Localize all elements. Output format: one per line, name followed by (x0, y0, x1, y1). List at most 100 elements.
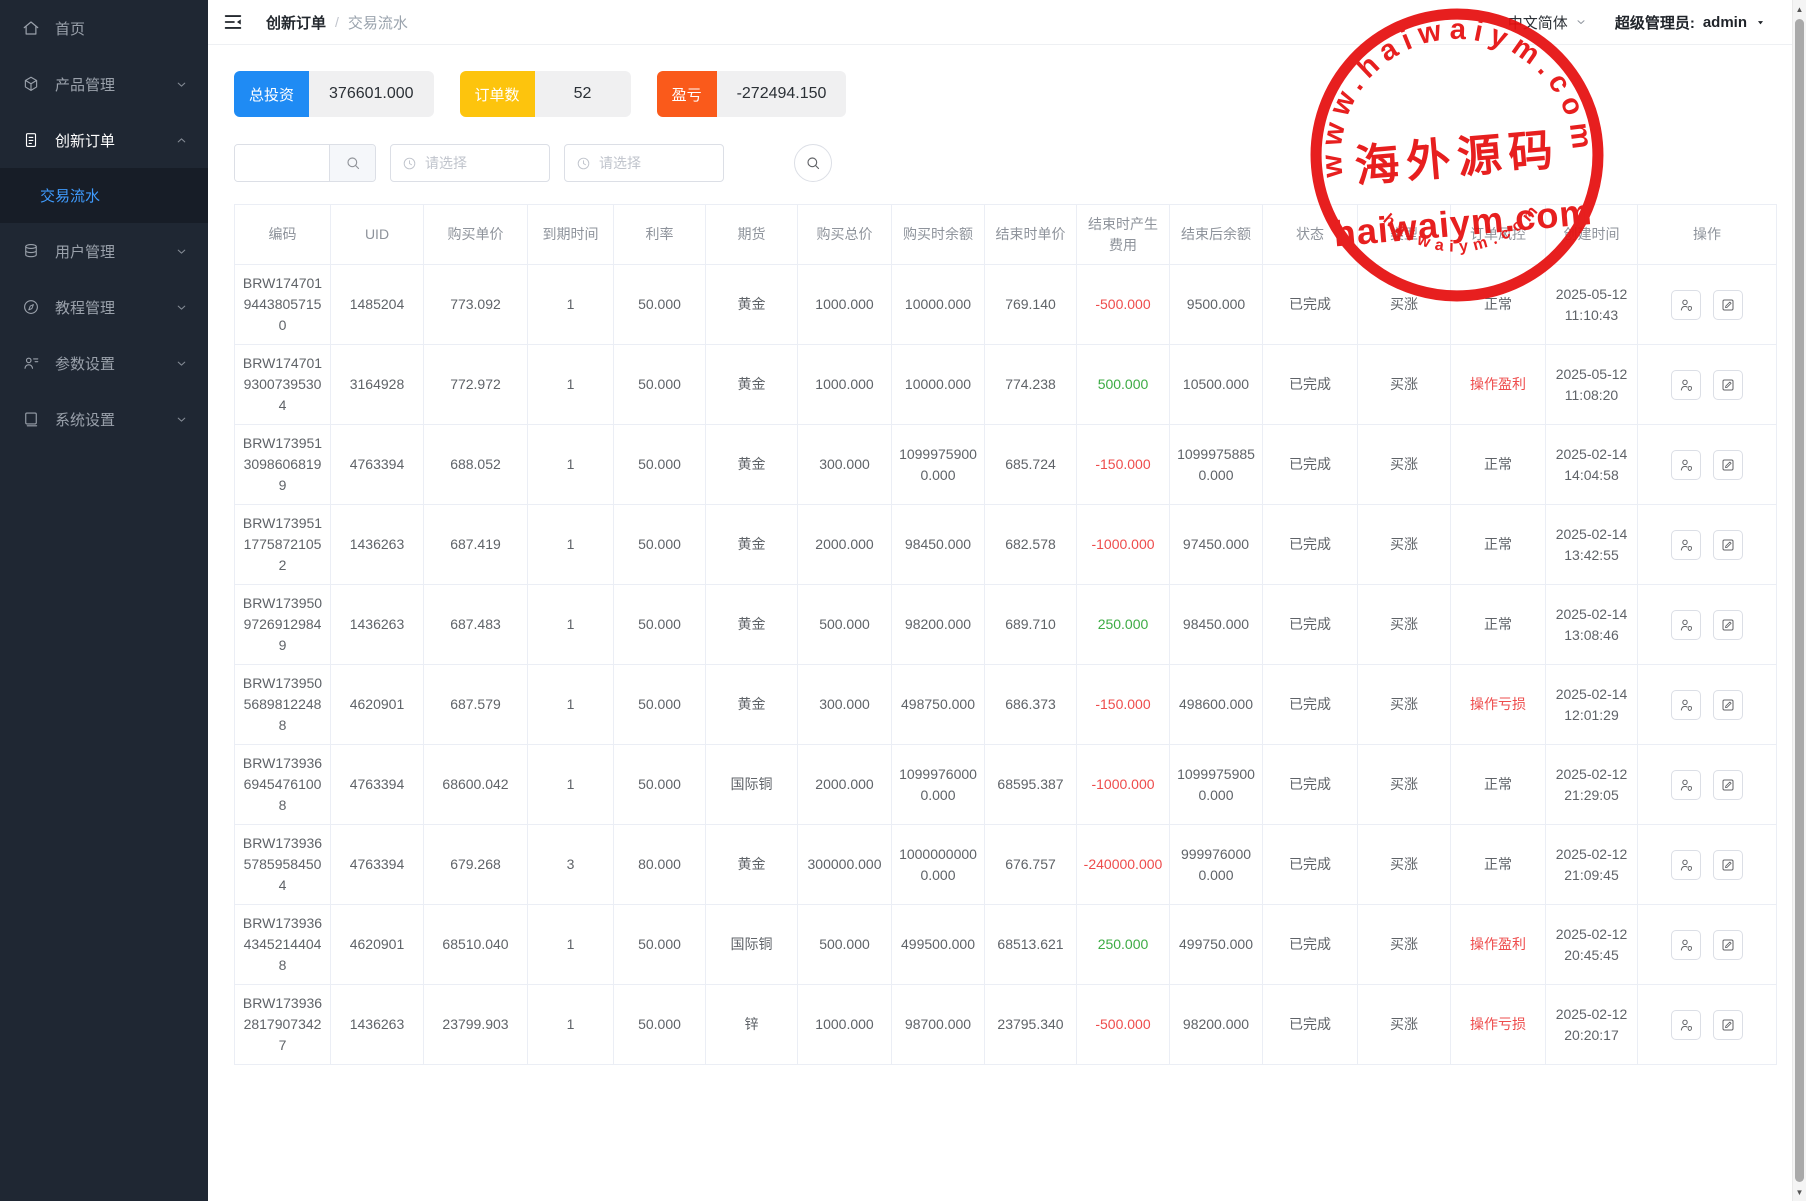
cell-total-price: 2000.000 (798, 505, 892, 585)
cell-type: 买涨 (1358, 265, 1451, 345)
main-area: 创新订单 / 交易流水 中文简体 超级管理员: admin 总投资 376601… (208, 0, 1792, 1201)
cell-end-price: 68513.621 (985, 905, 1077, 985)
sidebar-item-system[interactable]: 系统设置 (0, 391, 208, 447)
cell-actions (1638, 745, 1777, 825)
cell-fee: 500.000 (1077, 345, 1170, 425)
sidebar-item-orders[interactable]: 创新订单 (0, 112, 208, 168)
cell-status: 已完成 (1263, 825, 1358, 905)
person-shield-icon (1678, 377, 1694, 393)
cell-type: 买涨 (1358, 665, 1451, 745)
search-icon (345, 155, 361, 171)
edit-icon (1720, 857, 1736, 873)
cell-code: BRW17393643452144048 (235, 905, 331, 985)
user-audit-button[interactable] (1671, 450, 1701, 480)
sidebar-item-params[interactable]: 参数设置 (0, 335, 208, 391)
edit-button[interactable] (1713, 290, 1743, 320)
cell-futures: 黄金 (706, 825, 798, 905)
edit-button[interactable] (1713, 610, 1743, 640)
search-submit-button[interactable] (794, 144, 832, 182)
date-picker-end[interactable]: 请选择 (564, 144, 724, 182)
cell-code: BRW17393628179073427 (235, 985, 331, 1065)
edit-button[interactable] (1713, 770, 1743, 800)
cell-type: 买涨 (1358, 905, 1451, 985)
cell-status: 已完成 (1263, 425, 1358, 505)
edit-button[interactable] (1713, 1010, 1743, 1040)
cell-buy-price: 688.052 (424, 425, 528, 505)
user-audit-button[interactable] (1671, 610, 1701, 640)
admin-username: admin (1703, 14, 1747, 31)
cell-type: 买涨 (1358, 985, 1451, 1065)
orders-table: 编码UID购买单价到期时间利率期货购买总价购买时余额结束时单价结束时产生费用结束… (234, 204, 1777, 1065)
sidebar-item-tutorial[interactable]: 教程管理 (0, 279, 208, 335)
column-header: 购买单价 (424, 205, 528, 265)
cell-created: 2025-02-12 20:45:45 (1546, 905, 1638, 985)
cell-balance-after: 10500.000 (1170, 345, 1263, 425)
cell-balance-after: 10999759000.000 (1170, 745, 1263, 825)
edit-icon (1720, 777, 1736, 793)
cell-expire-time: 1 (528, 505, 614, 585)
cell-futures: 黄金 (706, 665, 798, 745)
cell-expire-time: 1 (528, 585, 614, 665)
sidebar-item-home[interactable]: 首页 (0, 0, 208, 56)
cell-buy-price: 773.092 (424, 265, 528, 345)
vertical-scrollbar[interactable]: ▲ ▼ (1792, 0, 1806, 1201)
edit-button[interactable] (1713, 530, 1743, 560)
edit-button[interactable] (1713, 370, 1743, 400)
cell-fee: -150.000 (1077, 665, 1170, 745)
sidebar-subitem-flow[interactable]: 交易流水 (0, 168, 208, 223)
admin-role-label: 超级管理员: (1615, 12, 1695, 33)
table-header-row: 编码UID购买单价到期时间利率期货购买总价购买时余额结束时单价结束时产生费用结束… (235, 205, 1777, 265)
edit-button[interactable] (1713, 850, 1743, 880)
sidebar-item-product[interactable]: 产品管理 (0, 56, 208, 112)
user-audit-button[interactable] (1671, 850, 1701, 880)
sidebar-item-icon (22, 131, 40, 149)
user-audit-button[interactable] (1671, 930, 1701, 960)
cell-uid: 1436263 (331, 985, 424, 1065)
keyword-input[interactable] (235, 145, 329, 181)
sidebar: 首页 产品管理 创新订单 交易流水 用户管理 教程管理 参数设置 系统设置 (0, 0, 208, 1201)
cell-rate: 50.000 (614, 345, 706, 425)
stat-chip-label: 订单数 (460, 71, 535, 117)
user-audit-button[interactable] (1671, 1010, 1701, 1040)
cell-end-price: 689.710 (985, 585, 1077, 665)
keyword-search-button[interactable] (329, 145, 375, 181)
sidebar-item-icon (22, 298, 40, 316)
language-selector[interactable]: 中文简体 (1508, 12, 1587, 33)
cell-expire-time: 1 (528, 425, 614, 505)
cell-risk: 正常 (1451, 505, 1546, 585)
sidebar-item-users[interactable]: 用户管理 (0, 223, 208, 279)
column-header: 期货 (706, 205, 798, 265)
scrollbar-up-arrow[interactable]: ▲ (1793, 1, 1806, 17)
orders-table-wrap: 编码UID购买单价到期时间利率期货购买总价购买时余额结束时单价结束时产生费用结束… (234, 204, 1766, 1065)
cell-balance-before: 10999759000.000 (892, 425, 985, 505)
cell-balance-before: 10000000000.000 (892, 825, 985, 905)
user-audit-button[interactable] (1671, 530, 1701, 560)
edit-button[interactable] (1713, 450, 1743, 480)
cell-status: 已完成 (1263, 665, 1358, 745)
cell-end-price: 685.724 (985, 425, 1077, 505)
table-row: BRW17395056898122488 4620901 687.579 1 5… (235, 665, 1777, 745)
edit-button[interactable] (1713, 690, 1743, 720)
cell-total-price: 300000.000 (798, 825, 892, 905)
cell-total-price: 2000.000 (798, 745, 892, 825)
breadcrumb-parent[interactable]: 创新订单 (266, 12, 326, 33)
user-audit-button[interactable] (1671, 690, 1701, 720)
admin-dropdown[interactable]: 超级管理员: admin (1615, 12, 1766, 33)
cell-actions (1638, 585, 1777, 665)
date-picker-start[interactable]: 请选择 (390, 144, 550, 182)
menu-fold-icon[interactable] (222, 11, 244, 33)
scrollbar-thumb[interactable] (1795, 19, 1804, 1182)
scrollbar-down-arrow[interactable]: ▼ (1793, 1184, 1806, 1200)
user-audit-button[interactable] (1671, 290, 1701, 320)
cell-end-price: 23795.340 (985, 985, 1077, 1065)
edit-icon (1720, 297, 1736, 313)
user-audit-button[interactable] (1671, 770, 1701, 800)
cell-status: 已完成 (1263, 265, 1358, 345)
cell-balance-after: 98450.000 (1170, 585, 1263, 665)
cell-actions (1638, 265, 1777, 345)
date-picker-placeholder: 请选择 (599, 153, 641, 173)
cell-status: 已完成 (1263, 985, 1358, 1065)
user-audit-button[interactable] (1671, 370, 1701, 400)
table-body: BRW17470194438057150 1485204 773.092 1 5… (235, 265, 1777, 1065)
edit-button[interactable] (1713, 930, 1743, 960)
